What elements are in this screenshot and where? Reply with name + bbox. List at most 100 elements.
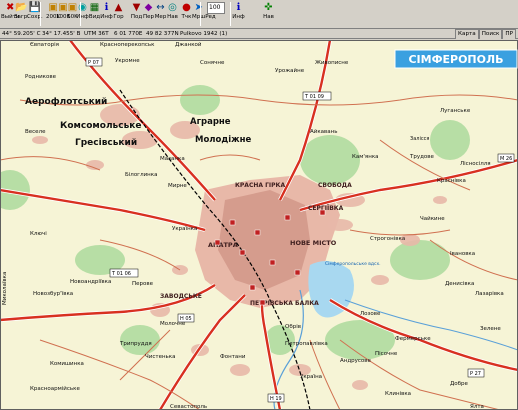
coordinate-status-bar: 44° 59.205' С 34° 17.455' В UTM 36T 6 01… bbox=[0, 29, 518, 39]
latitude-readout: 44° 59.205' С bbox=[2, 31, 41, 37]
longitude-readout: 34° 17.455' В bbox=[42, 31, 81, 37]
toolbar-button-label: Инф bbox=[232, 14, 245, 20]
place-label: Аерофлотський bbox=[25, 97, 107, 107]
place-label: Гресівський bbox=[75, 137, 137, 148]
place-label: Ключі bbox=[30, 231, 47, 237]
poi-marker-icon bbox=[284, 214, 291, 221]
place-label: Комишинка bbox=[50, 361, 84, 367]
toolbar-separator bbox=[80, 2, 81, 26]
place-label: Красноперекопськ bbox=[100, 42, 155, 48]
place-label: Петропавлівка bbox=[285, 341, 328, 347]
poi-marker-icon bbox=[229, 219, 236, 226]
road-number: H 05 bbox=[180, 316, 192, 322]
place-label: Залісся bbox=[410, 136, 429, 142]
place-label: Клинівка bbox=[385, 391, 411, 397]
poi-marker-icon bbox=[259, 299, 266, 306]
road-number: M 26 bbox=[500, 156, 512, 162]
datum-readout: Pulkovo 1942 (1) bbox=[180, 31, 228, 37]
toolbar-button-label: Инф bbox=[100, 14, 113, 20]
place-label: Україна bbox=[300, 374, 322, 380]
place-label: Новоандріївка bbox=[70, 279, 111, 285]
poi-marker-icon bbox=[249, 284, 256, 291]
tab-map[interactable]: Карта bbox=[455, 29, 479, 39]
place-label: Лісносілля bbox=[460, 161, 491, 167]
place-label: Красноармійське bbox=[30, 385, 80, 392]
toolbar-button-label: Пер bbox=[142, 14, 154, 20]
toolbar-button-b11[interactable]: ◎ Нав bbox=[166, 1, 179, 27]
toolbar-button-b7[interactable]: ▲ Гор bbox=[112, 1, 125, 27]
place-label: Строгонівка bbox=[370, 236, 405, 242]
toolbar-button-label: Гор bbox=[113, 14, 124, 20]
poi-marker-icon bbox=[214, 239, 221, 246]
place-label: СВОБОДА bbox=[318, 182, 352, 189]
poi-marker-icon bbox=[319, 209, 326, 216]
forest-area bbox=[120, 325, 160, 355]
toolbar-button-label: Ред bbox=[205, 14, 216, 20]
toolbar-button-label: Под bbox=[130, 14, 143, 20]
place-label: НОВЕ МІСТО bbox=[290, 239, 337, 247]
settlement-area bbox=[371, 275, 389, 285]
place-label: Пісочне bbox=[375, 351, 398, 357]
forest-area bbox=[390, 240, 450, 280]
poi-marker-icon bbox=[294, 269, 301, 276]
place-label: Трипруддя bbox=[119, 341, 152, 347]
place-label: АНАТРА bbox=[208, 241, 238, 249]
toolbar-button-label: Нав bbox=[263, 14, 274, 20]
place-label: Айкавань bbox=[310, 128, 337, 135]
road-number: P 07 bbox=[88, 60, 99, 66]
utm-zone-readout: UTM 36T bbox=[84, 31, 109, 37]
place-label: Добре bbox=[450, 381, 469, 387]
place-label: Сонячне bbox=[200, 60, 225, 66]
topographic-map[interactable]: СІМФЕРОПОЛЬ Євпаторія Красноперекопськ Джан… bbox=[0, 40, 518, 410]
place-label: Живописне bbox=[315, 60, 349, 66]
place-label: Севастополь bbox=[170, 404, 207, 410]
place-label: СЕРГІЇВКА bbox=[308, 205, 344, 212]
toolbar-button-b16[interactable]: ✜ Нав bbox=[262, 1, 275, 27]
panel-tabs: Карта Поиск ПР bbox=[455, 29, 516, 39]
place-label: Українка bbox=[172, 226, 197, 232]
place-label: Денисівка bbox=[445, 281, 474, 287]
place-label: Чайкине bbox=[420, 215, 445, 222]
settlement-area bbox=[433, 196, 447, 204]
place-label: Краснівка bbox=[437, 178, 466, 184]
place-label: Молодіжне bbox=[195, 134, 251, 145]
poi-marker-icon bbox=[269, 259, 276, 266]
forest-area bbox=[430, 120, 470, 160]
place-label: Луганське bbox=[440, 108, 471, 114]
place-label: Укромне bbox=[115, 58, 140, 64]
road-number: P 27 bbox=[470, 371, 481, 377]
place-label: Зелене bbox=[480, 326, 501, 332]
place-label: Євпаторія bbox=[30, 42, 59, 48]
place-label: Урожайне bbox=[275, 67, 305, 74]
toolbar-separator bbox=[40, 2, 41, 26]
toolbar-button-label: Мер bbox=[154, 14, 167, 20]
settlement-area bbox=[230, 364, 250, 376]
toolbar-button-label: Вид bbox=[88, 14, 101, 20]
road-number: T 01 06 bbox=[111, 271, 131, 277]
main-toolbar: ✖ Выйти 📂 Загр. 💾 Сохр. ▣ 200K ▣ 100K ▣ 50K ◉ Инф ▦ Вид… bbox=[0, 0, 518, 29]
map-viewport[interactable]: СІМФЕРОПОЛЬ Євпаторія Красноперекопськ Джан… bbox=[0, 40, 518, 410]
settlement-area bbox=[352, 380, 368, 390]
place-label: Фонтани bbox=[220, 354, 246, 360]
forest-area bbox=[180, 85, 220, 115]
place-label: Миколаївка bbox=[2, 272, 8, 305]
place-label: Фермерське bbox=[395, 336, 431, 342]
map-application-window: ✖ Выйти 📂 Загр. 💾 Сохр. ▣ 200K ▣ 100K ▣ 50K ◉ Инф ▦ Вид… bbox=[0, 0, 518, 410]
info3-icon: ℹ bbox=[236, 2, 241, 13]
zoom-select[interactable]: 100 bbox=[207, 2, 225, 14]
utm-easting-readout: 6 01 770E bbox=[114, 31, 143, 37]
place-label: Перове bbox=[132, 281, 154, 287]
place-label: Лазарівка bbox=[475, 291, 504, 297]
place-label: Мирне bbox=[168, 183, 187, 189]
tab-search[interactable]: Поиск bbox=[478, 29, 503, 39]
place-label: Білоглинка bbox=[125, 172, 157, 178]
navigate-icon: ✜ bbox=[264, 2, 273, 13]
place-label: Кам'янка bbox=[352, 154, 379, 160]
place-label: Обрів bbox=[285, 324, 301, 330]
place-label: Комсомольське bbox=[60, 121, 141, 131]
toolbar-button-label: Нав bbox=[167, 14, 178, 20]
toolbar-button-b15[interactable]: ℹ Инф bbox=[232, 1, 245, 27]
place-label: Трудове bbox=[409, 154, 435, 160]
place-label: Веселе bbox=[25, 129, 46, 135]
tab-pr[interactable]: ПР bbox=[502, 29, 516, 39]
